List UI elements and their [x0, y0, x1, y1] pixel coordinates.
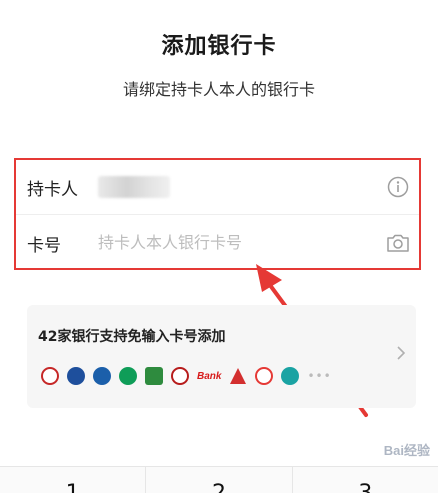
- bank-logo-list: Bank •••: [41, 367, 332, 385]
- key-3[interactable]: 3: [293, 467, 438, 493]
- cardholder-row: 持卡人: [16, 160, 419, 215]
- page-subtitle: 请绑定持卡人本人的银行卡: [122, 80, 315, 99]
- everbright-logo-icon: [93, 367, 111, 385]
- key-1[interactable]: 1: [0, 467, 147, 493]
- minsheng-logo-icon: [281, 367, 300, 385]
- chevron-right-icon[interactable]: [396, 345, 406, 365]
- numeric-keypad: 1 2 3: [0, 466, 438, 493]
- camera-icon[interactable]: [383, 228, 413, 258]
- bank-card-form: 持卡人 卡号: [14, 158, 421, 270]
- icbc-logo-icon: [41, 367, 59, 385]
- page-title: 添加银行卡: [161, 34, 277, 59]
- boc-logo-icon: [171, 367, 189, 385]
- psbc-logo-icon: [145, 367, 163, 385]
- card-number-input[interactable]: [98, 233, 298, 252]
- quick-add-title: 42家银行支持免输入卡号添加: [38, 329, 226, 345]
- info-icon[interactable]: [383, 172, 413, 202]
- watermark: Bai经验: [383, 443, 430, 458]
- cardholder-name-blurred: [98, 176, 170, 198]
- cardholder-name-field: [98, 176, 383, 198]
- more-banks-icon: •••: [307, 369, 332, 383]
- card-number-label: 卡号: [27, 235, 61, 256]
- cardholder-label: 持卡人: [27, 179, 78, 200]
- cmb-logo-icon: [255, 367, 274, 385]
- card-number-row: 卡号: [16, 216, 419, 270]
- quick-add-banner[interactable]: 42家银行支持免输入卡号添加 Bank •••: [27, 305, 416, 408]
- bank-text-logo: Bank: [197, 370, 222, 382]
- bocom-logo-icon: [67, 367, 85, 385]
- abc-logo-icon: [119, 367, 137, 385]
- key-2[interactable]: 2: [146, 467, 293, 493]
- ccb-logo-icon: [229, 367, 247, 385]
